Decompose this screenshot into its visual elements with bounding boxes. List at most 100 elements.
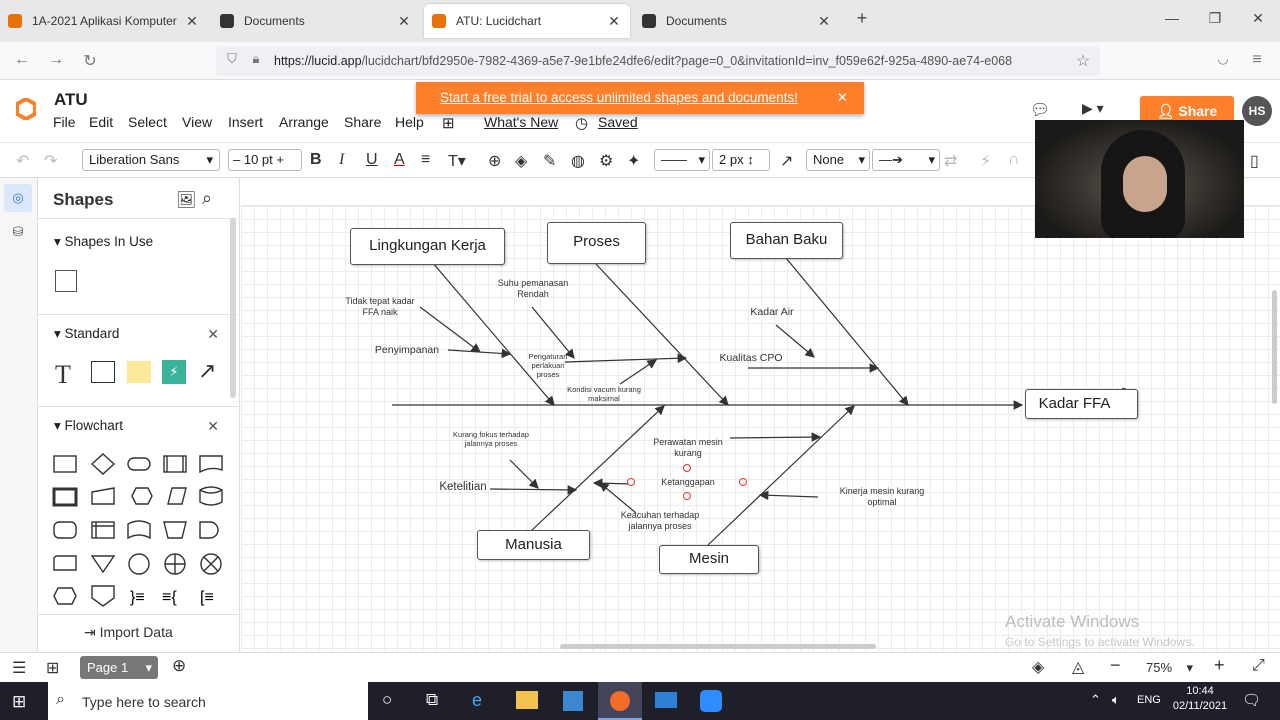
store-icon[interactable] bbox=[563, 691, 583, 711]
font-family-select[interactable]: Liberation Sans ▾ bbox=[82, 149, 220, 171]
new-tab-button[interactable]: + bbox=[852, 8, 872, 29]
line-color-icon[interactable]: ✎ bbox=[543, 151, 556, 171]
category-manusia[interactable]: Manusia bbox=[477, 530, 590, 560]
cause-kinerja[interactable]: Kinerja mesin kurang optimal bbox=[832, 486, 932, 508]
italic-button[interactable]: I bbox=[339, 151, 344, 169]
horizontal-scrollbar[interactable] bbox=[560, 644, 876, 649]
text-options-icon[interactable]: T▾ bbox=[448, 151, 466, 171]
canvas[interactable] bbox=[241, 206, 1280, 652]
magic-wand-icon[interactable]: ✦ bbox=[627, 151, 640, 171]
category-mesin[interactable]: Mesin bbox=[659, 545, 759, 574]
language-indicator[interactable]: ENG bbox=[1137, 694, 1161, 706]
cause-ketelitian[interactable]: Ketelitian bbox=[434, 481, 492, 493]
close-window-icon[interactable]: ✕ bbox=[1248, 10, 1268, 27]
zoom-out-button[interactable]: − bbox=[1110, 655, 1121, 676]
menu-select[interactable]: Select bbox=[128, 114, 167, 130]
trial-banner-link[interactable]: Start a free trial to access unlimited s… bbox=[440, 90, 798, 105]
lock-icon[interactable]: 🔒︎ bbox=[246, 51, 266, 67]
cause-pengaturan[interactable]: Pengaturan perlakuan proses bbox=[520, 352, 576, 379]
url-field[interactable]: https://lucid.app/lucidchart/bfd2950e-79… bbox=[216, 46, 1100, 76]
section-flowchart[interactable]: ▾ Flowchart bbox=[54, 418, 123, 434]
present-icon[interactable]: ▶ ▾ bbox=[1082, 100, 1104, 117]
hamburger-menu-icon[interactable]: ≡ bbox=[1247, 51, 1267, 69]
close-tab-icon[interactable]: ✕ bbox=[606, 13, 622, 30]
cause-suhu[interactable]: Suhu pemanasan Rendah bbox=[494, 278, 572, 300]
reload-icon[interactable]: ↻ bbox=[80, 51, 100, 71]
menu-edit[interactable]: Edit bbox=[89, 114, 113, 130]
style-icon[interactable]: ⚙ bbox=[599, 151, 613, 171]
cause-ketanggapan[interactable]: Ketanggapan bbox=[656, 477, 720, 487]
menu-insert[interactable]: Insert bbox=[228, 114, 263, 130]
grid-view-icon[interactable]: ⊞ bbox=[46, 658, 59, 678]
menu-view[interactable]: View bbox=[182, 114, 212, 130]
cortana-icon[interactable]: ○ bbox=[382, 690, 392, 710]
line-style-select[interactable]: —— ▾ bbox=[654, 149, 710, 171]
task-view-icon[interactable]: ⧉ bbox=[426, 690, 438, 710]
cause-kualitas-cpo[interactable]: Kualitas CPO bbox=[714, 352, 788, 364]
lightning-icon[interactable]: ⚡︎ bbox=[980, 151, 991, 171]
menu-share[interactable]: Share bbox=[344, 114, 381, 130]
text-color-button[interactable]: A bbox=[394, 151, 405, 169]
clock[interactable]: 10:44 02/11/2021 bbox=[1170, 685, 1230, 712]
whats-new-link[interactable]: What's New bbox=[484, 114, 558, 130]
category-bahan-baku[interactable]: Bahan Baku bbox=[730, 222, 843, 259]
panel-toggle-icon[interactable]: ▯ bbox=[1250, 151, 1259, 171]
shape-note[interactable] bbox=[127, 361, 151, 383]
browser-tab[interactable]: 1A-2021 Aplikasi Komputer ✕ bbox=[0, 6, 208, 36]
cause-perawatan[interactable]: Perawatan mesin kurang bbox=[648, 437, 728, 459]
bold-button[interactable]: B bbox=[310, 151, 322, 169]
avatar[interactable]: HS bbox=[1242, 96, 1272, 126]
list-view-icon[interactable]: ☰ bbox=[12, 658, 26, 678]
menu-file[interactable]: File bbox=[53, 114, 76, 130]
back-icon[interactable]: ← bbox=[12, 51, 32, 69]
bookmark-star-icon[interactable]: ☆ bbox=[1073, 51, 1093, 71]
close-tab-icon[interactable]: ✕ bbox=[184, 13, 200, 30]
zoom-in-button[interactable]: + bbox=[1214, 655, 1225, 676]
zoom-select[interactable]: 75% ▾ bbox=[1146, 660, 1193, 676]
close-banner-icon[interactable]: ✕ bbox=[837, 82, 848, 114]
browser-tab[interactable]: Documents ✕ bbox=[212, 6, 420, 36]
align-icon[interactable]: ≡ bbox=[421, 151, 430, 169]
fullscreen-icon[interactable]: ⤢ bbox=[1252, 657, 1265, 675]
underline-button[interactable]: U bbox=[366, 151, 378, 169]
edge-icon[interactable]: e bbox=[472, 690, 482, 711]
swap-icon[interactable]: ⇄ bbox=[944, 151, 957, 171]
gift-icon[interactable]: ⊞ bbox=[442, 114, 455, 132]
cause-kadar-air[interactable]: Kadar Air bbox=[746, 306, 798, 318]
lock-shape-icon[interactable]: ∩ bbox=[1008, 151, 1020, 169]
category-lingkungan-kerja[interactable]: Lingkungan Kerja bbox=[350, 228, 505, 265]
cause-tidak-tepat[interactable]: Tidak tepat kadar FFA naik bbox=[340, 296, 420, 318]
image-search-icon[interactable]: 🖼︎ bbox=[176, 190, 196, 210]
saved-status[interactable]: Saved bbox=[598, 114, 638, 130]
layers-icon[interactable]: ◈ bbox=[1032, 657, 1044, 677]
close-section-icon[interactable]: ✕ bbox=[207, 326, 219, 343]
shapes-tab-icon[interactable]: ◎ bbox=[4, 184, 32, 212]
paint-bucket-icon[interactable]: ◈ bbox=[515, 151, 527, 171]
close-tab-icon[interactable]: ✕ bbox=[396, 13, 412, 30]
section-standard[interactable]: ▾ Standard bbox=[54, 326, 119, 342]
panel-scrollbar[interactable] bbox=[230, 218, 236, 398]
effect-kadar-ffa[interactable]: Kadar FFA bbox=[1025, 389, 1138, 419]
cause-kurang-fokus[interactable]: Kurang fokus terhadap jalannya proses bbox=[448, 430, 534, 448]
menu-arrange[interactable]: Arrange bbox=[279, 114, 329, 130]
page-tab[interactable]: Page 1 ▾ bbox=[80, 656, 158, 679]
navigate-icon[interactable]: ◬ bbox=[1072, 657, 1084, 677]
browser-tab[interactable]: Documents ✕ bbox=[634, 6, 840, 36]
cause-keacuhan[interactable]: Keacuhan terhadap jalannya proses bbox=[620, 510, 700, 532]
vertical-scrollbar[interactable] bbox=[1272, 290, 1277, 404]
fill-icon[interactable]: ⊕ bbox=[488, 151, 501, 171]
close-section-icon[interactable]: ✕ bbox=[207, 418, 219, 435]
arrow-end-select[interactable]: —➔ ▾ bbox=[872, 149, 940, 171]
cause-kondisi[interactable]: Kondisi vacum kurang maksimal bbox=[562, 385, 646, 403]
shape-block[interactable] bbox=[91, 361, 115, 383]
tray-chevron-icon[interactable]: ⌃ bbox=[1090, 692, 1101, 708]
shield-icon[interactable]: ⛉ bbox=[222, 51, 242, 67]
menu-help[interactable]: Help bbox=[395, 114, 424, 130]
undo-icon[interactable]: ↶ bbox=[16, 151, 29, 171]
notifications-icon[interactable]: 🗨︎ bbox=[1242, 691, 1261, 709]
shape-line[interactable]: ↗ bbox=[198, 358, 216, 384]
cause-penyimpanan[interactable]: Penyimpanan bbox=[366, 344, 448, 356]
file-explorer-icon[interactable] bbox=[516, 691, 538, 709]
opacity-icon[interactable]: ◍ bbox=[571, 151, 585, 171]
close-tab-icon[interactable]: ✕ bbox=[816, 13, 832, 30]
